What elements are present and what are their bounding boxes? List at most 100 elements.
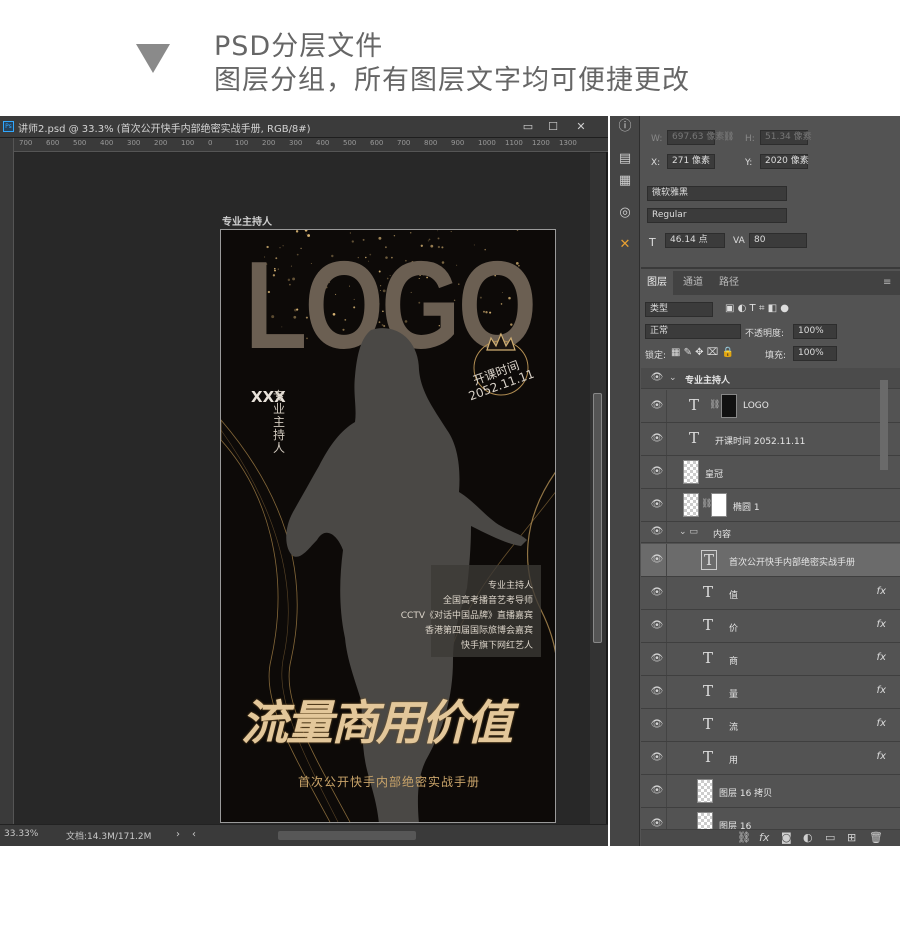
properties-icon[interactable]: ▤ xyxy=(616,150,634,168)
document-info[interactable]: 文档:14.3M/171.2M xyxy=(66,829,151,842)
layer-row[interactable]: 👁 T 用 fx xyxy=(641,742,900,775)
filter-icons[interactable]: ▣ ◐ T ⌗ ◧ ● xyxy=(725,303,789,314)
tools-icon[interactable]: ✕ xyxy=(616,236,634,254)
x-label: X: xyxy=(651,158,661,168)
font-family-select[interactable]: 微软雅黑 xyxy=(647,186,787,201)
layer-row[interactable]: 👁 T 流 fx xyxy=(641,709,900,742)
horizontal-scroll-thumb[interactable] xyxy=(278,831,416,840)
fx-icon[interactable]: fx xyxy=(877,751,886,762)
width-field[interactable]: 697.63 像素 xyxy=(667,130,724,145)
w-label: W: xyxy=(651,134,663,144)
eye-icon[interactable]: 👁 xyxy=(650,587,664,599)
layer-row[interactable]: 👁 T 量 fx xyxy=(641,676,900,709)
eye-icon[interactable]: 👁 xyxy=(650,554,664,566)
layer-name: 图层 16 拷贝 xyxy=(719,789,773,799)
layer-row-selected[interactable]: 👁 T 首次公开快手内部绝密实战手册 xyxy=(641,544,900,577)
poster-artboard[interactable]: LOGO 开课时间 2052.11.11 XXX 专业主持人 专业主持人 全国高 xyxy=(220,229,556,823)
scroll-thumb[interactable] xyxy=(593,393,602,643)
layer-row[interactable]: 👁 T 值 fx xyxy=(641,577,900,610)
eye-icon[interactable]: 👁 xyxy=(650,526,664,538)
x-field[interactable]: 271 像素 xyxy=(667,154,715,169)
layer-name: 流 xyxy=(729,723,739,733)
eye-icon[interactable]: 👁 xyxy=(650,653,664,665)
eye-icon[interactable]: 👁 xyxy=(650,433,664,445)
canvas-area[interactable]: 专业主持人 LOGO 开课时间 2052.11.11 XXX 专业主持人 专业主… xyxy=(14,153,590,824)
ruler-tick-label: 1100 xyxy=(505,139,523,147)
link-icon[interactable]: ⛓ xyxy=(737,831,751,844)
chevron-right-icon[interactable]: › xyxy=(176,829,180,840)
minimize-button[interactable]: ▭ xyxy=(516,118,540,135)
fx-icon[interactable]: fx xyxy=(877,586,886,597)
ruler-tick-label: 1200 xyxy=(532,139,550,147)
ruler-tick-label: 0 xyxy=(208,139,213,147)
layer-row[interactable]: 👁 ⛓ 椭圆 1 xyxy=(641,489,900,522)
mask-icon[interactable]: ◙ xyxy=(781,831,792,844)
brush-settings-icon[interactable]: ◎ xyxy=(616,204,634,222)
tab-paths[interactable]: 路径 xyxy=(713,271,745,295)
folder-icon[interactable]: ▭ xyxy=(825,831,835,844)
tab-channels[interactable]: 通道 xyxy=(677,271,709,295)
eye-icon[interactable]: 👁 xyxy=(650,400,664,412)
eye-icon[interactable]: 👁 xyxy=(650,785,664,797)
eye-icon[interactable]: 👁 xyxy=(650,818,664,829)
link-icon[interactable]: ⛓ xyxy=(723,132,734,142)
layer-row[interactable]: 👁 皇冠 xyxy=(641,456,900,489)
horizontal-ruler[interactable]: 700 600 500 400 300 200 100 0 100 200 300 400 500 600… xyxy=(14,138,608,152)
notes-icon[interactable]: ▦ xyxy=(616,172,634,190)
opacity-field[interactable]: 100% xyxy=(793,324,837,339)
font-size-field[interactable]: 46.14 点 xyxy=(665,233,725,248)
fx-icon[interactable]: fx xyxy=(877,718,886,729)
height-field[interactable]: 51.34 像素 xyxy=(760,130,812,145)
font-style-select[interactable]: Regular xyxy=(647,208,787,223)
tracking-field[interactable]: 80 xyxy=(749,233,807,248)
document-titlebar[interactable]: Ps 讲师2.psd @ 33.3% (首次公开快手内部绝密实战手册, RGB/… xyxy=(0,116,608,138)
eye-icon[interactable]: 👁 xyxy=(650,752,664,764)
layers-scrollbar[interactable] xyxy=(880,380,888,470)
tab-layers[interactable]: 图层 xyxy=(641,271,673,295)
vertical-scrollbar[interactable] xyxy=(590,153,606,824)
fx-icon[interactable]: fx xyxy=(877,652,886,663)
adjust-icon[interactable]: ◐ xyxy=(803,831,813,844)
fill-field[interactable]: 100% xyxy=(793,346,837,361)
eye-icon[interactable]: 👁 xyxy=(650,719,664,731)
lock-icons[interactable]: ▦ ✎ ✥ ⌧ 🔒 xyxy=(671,347,734,358)
tracking-icon: VA xyxy=(733,236,745,246)
info-icon[interactable]: ⓘ xyxy=(616,118,634,136)
layer-filter-select[interactable]: 类型 xyxy=(645,302,713,317)
y-field[interactable]: 2020 像素 xyxy=(760,154,809,169)
fx-icon[interactable]: fx xyxy=(877,619,886,630)
layer-row[interactable]: 👁 T ⛓ LOGO xyxy=(641,390,900,423)
layer-row[interactable]: 👁 图层 16 xyxy=(641,808,900,830)
zoom-level[interactable]: 33.33% xyxy=(4,829,38,839)
eye-icon[interactable]: 👁 xyxy=(650,499,664,511)
chevron-down-icon[interactable]: ⌄ xyxy=(669,373,677,383)
layer-name: 图层 16 xyxy=(719,822,752,830)
close-button[interactable]: ✕ xyxy=(569,118,593,135)
artboard-name[interactable]: 专业主持人 xyxy=(222,213,272,228)
trash-icon[interactable]: 🗑 xyxy=(869,831,883,844)
poster-subtitle: 首次公开快手内部绝密实战手册 xyxy=(297,775,480,789)
ruler-tick-label: 700 xyxy=(19,139,33,147)
restore-button[interactable]: ☐ xyxy=(541,118,565,135)
layer-row[interactable]: 👁 T 价 fx xyxy=(641,610,900,643)
blend-mode-select[interactable]: 正常 xyxy=(645,324,741,339)
layer-group-row[interactable]: 👁 ⌄ 专业主持人 xyxy=(641,368,900,389)
layer-name: 开课时间 2052.11.11 xyxy=(715,437,806,447)
layer-row[interactable]: 👁 T 开课时间 2052.11.11 xyxy=(641,423,900,456)
panel-menu-icon[interactable]: ≡ xyxy=(877,271,897,295)
eye-icon[interactable]: 👁 xyxy=(650,686,664,698)
vertical-ruler[interactable] xyxy=(0,138,14,824)
layer-row[interactable]: 👁 图层 16 拷贝 xyxy=(641,775,900,808)
layer-row[interactable]: 👁 T 商 fx xyxy=(641,643,900,676)
layer-folder-row[interactable]: 👁 ⌄ ▭ 内容 xyxy=(641,522,900,543)
chevron-left-icon[interactable]: ‹ xyxy=(192,829,196,840)
folder-icon[interactable]: ⌄ ▭ xyxy=(679,527,698,537)
eye-icon[interactable]: 👁 xyxy=(650,466,664,478)
ruler-tick-label: 600 xyxy=(46,139,60,147)
opacity-label: 不透明度: xyxy=(745,329,785,339)
eye-icon[interactable]: 👁 xyxy=(650,372,664,384)
fx-icon[interactable]: fx xyxy=(877,685,886,696)
fx-icon[interactable]: fx xyxy=(759,831,769,844)
new-layer-icon[interactable]: ⊞ xyxy=(847,831,856,844)
eye-icon[interactable]: 👁 xyxy=(650,620,664,632)
